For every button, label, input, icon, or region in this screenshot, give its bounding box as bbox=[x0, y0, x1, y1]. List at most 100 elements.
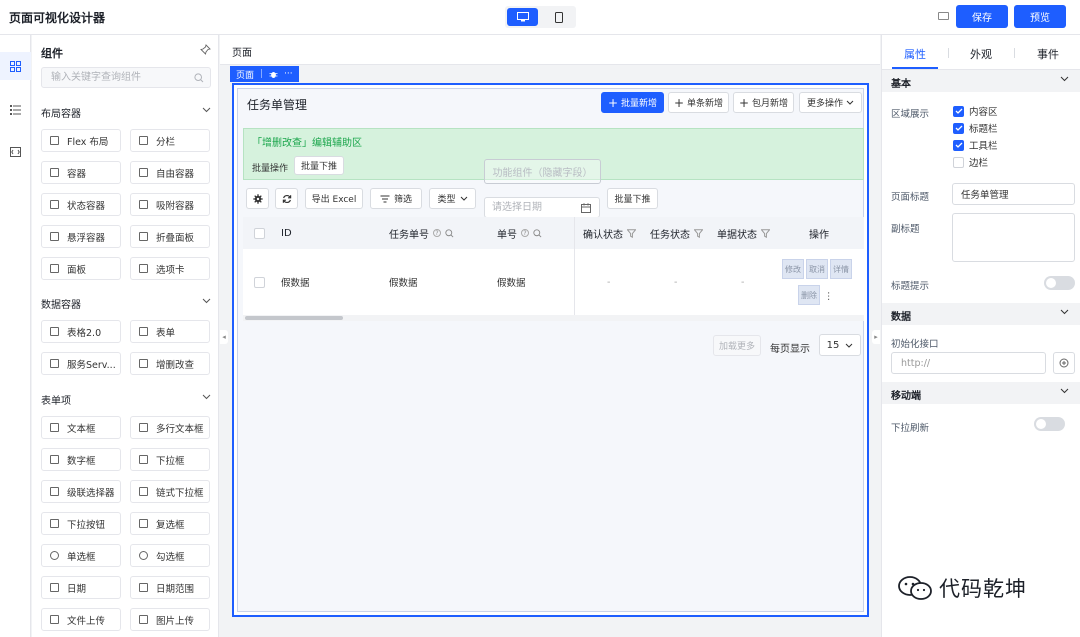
comp-free-container[interactable]: 自由容器 bbox=[130, 161, 210, 184]
comp-collapse[interactable]: 折叠面板 bbox=[130, 225, 210, 248]
pin-icon[interactable] bbox=[200, 44, 211, 55]
search-icon[interactable] bbox=[533, 228, 542, 238]
comp-crud[interactable]: 增删改查 bbox=[130, 352, 210, 375]
cell-task-no: 假数据 bbox=[389, 278, 418, 289]
per-page-select[interactable]: 15 bbox=[819, 334, 861, 356]
comp-sticky-container[interactable]: 吸附容器 bbox=[130, 193, 210, 216]
init-api-input[interactable] bbox=[891, 352, 1046, 374]
batch-add-button[interactable]: + 批量新增 bbox=[601, 92, 664, 113]
section-form-items[interactable]: 表单项 bbox=[41, 392, 211, 408]
batch-push-button[interactable]: 批量下推 bbox=[607, 188, 658, 209]
comp-date-range[interactable]: 日期范围 bbox=[130, 576, 210, 599]
type-select[interactable]: 类型 bbox=[429, 188, 476, 209]
comp-file-upload[interactable]: 文件上传 bbox=[41, 608, 121, 631]
select-all-checkbox[interactable] bbox=[254, 217, 265, 249]
comp-chained-select[interactable]: 链式下拉框 bbox=[130, 480, 210, 503]
date-picker[interactable] bbox=[484, 197, 600, 218]
rail-code[interactable] bbox=[0, 138, 31, 166]
component-search-input[interactable] bbox=[42, 68, 182, 87]
collapse-left-handle[interactable]: ◂ bbox=[220, 330, 228, 344]
single-add-button[interactable]: + 单条新增 bbox=[668, 92, 729, 113]
comp-textarea[interactable]: 多行文本框 bbox=[130, 416, 210, 439]
op-delete[interactable]: 删除 bbox=[798, 285, 820, 305]
more-icon[interactable]: ··· bbox=[284, 69, 293, 79]
page-selection-tag[interactable]: 页面 | ··· bbox=[230, 66, 299, 82]
init-api-label: 初始化接口 bbox=[891, 339, 939, 350]
comp-dropdown-button[interactable]: 下拉按钮 bbox=[41, 512, 121, 535]
op-cancel[interactable]: 取消 bbox=[806, 259, 828, 279]
rail-outline[interactable] bbox=[0, 95, 31, 123]
comp-panel[interactable]: 面板 bbox=[41, 257, 121, 280]
mobile-view-button[interactable] bbox=[543, 8, 574, 26]
aux-batch-push-button[interactable]: 批量下推 bbox=[294, 156, 344, 175]
comp-service[interactable]: 服务Serv... bbox=[41, 352, 121, 375]
comp-table2[interactable]: 表格2.0 bbox=[41, 320, 121, 343]
settings-button[interactable] bbox=[246, 188, 269, 209]
table-horizontal-scrollbar[interactable] bbox=[243, 315, 864, 321]
help-icon[interactable]: ? bbox=[433, 229, 441, 237]
section-data-containers[interactable]: 数据容器 bbox=[41, 296, 211, 312]
comp-tabs[interactable]: 选项卡 bbox=[130, 257, 210, 280]
comp-number[interactable]: 数字框 bbox=[41, 448, 121, 471]
comp-checkboxes[interactable]: 复选框 bbox=[130, 512, 210, 535]
date-input[interactable] bbox=[485, 198, 575, 217]
region-sidebar-checkbox[interactable]: 边栏 bbox=[953, 155, 988, 169]
region-title-checkbox[interactable]: 标题栏 bbox=[953, 121, 998, 135]
filter-funnel-icon[interactable] bbox=[694, 228, 703, 238]
bug-icon[interactable] bbox=[269, 70, 278, 79]
region-content-checkbox[interactable]: 内容区 bbox=[953, 104, 998, 118]
op-detail[interactable]: 详情 bbox=[830, 259, 852, 279]
crud-aux-area[interactable]: 「增删改查」编辑辅助区 批量操作 批量下推 功能组件（隐藏字段） bbox=[243, 128, 864, 184]
comp-form[interactable]: 表单 bbox=[130, 320, 210, 343]
op-edit[interactable]: 修改 bbox=[782, 259, 804, 279]
preview-button[interactable]: 预览 bbox=[1014, 5, 1066, 28]
help-icon[interactable]: ? bbox=[521, 229, 529, 237]
monthly-add-button[interactable]: + 包月新增 bbox=[733, 92, 794, 113]
tab-properties[interactable]: 属性 bbox=[882, 46, 948, 62]
row-checkbox[interactable] bbox=[254, 249, 265, 315]
api-config-button[interactable] bbox=[1053, 352, 1075, 374]
subtitle-textarea[interactable] bbox=[952, 213, 1075, 262]
hidden-field-component[interactable]: 功能组件（隐藏字段） bbox=[484, 159, 601, 184]
refresh-button[interactable] bbox=[275, 188, 298, 209]
filter-funnel-icon[interactable] bbox=[627, 228, 636, 238]
comp-text[interactable]: 文本框 bbox=[41, 416, 121, 439]
comp-state-container[interactable]: 状态容器 bbox=[41, 193, 121, 216]
filter-funnel-icon[interactable] bbox=[761, 228, 770, 238]
region-toolbar-checkbox[interactable]: 工具栏 bbox=[953, 138, 998, 152]
load-more-button[interactable]: 加载更多 bbox=[713, 335, 761, 356]
desktop-view-button[interactable] bbox=[507, 8, 538, 26]
export-excel-button[interactable]: 导出 Excel bbox=[305, 188, 363, 209]
comp-columns[interactable]: 分栏 bbox=[130, 129, 210, 152]
save-button[interactable]: 保存 bbox=[956, 5, 1008, 28]
collapse-icon bbox=[139, 232, 148, 241]
comp-cascader[interactable]: 级联选择器 bbox=[41, 480, 121, 503]
page-frame[interactable]: 任务单管理 + 批量新增 + 单条新增 + 包月新增 更多操作 「增删改查」编辑辅助区… bbox=[232, 83, 869, 617]
title-hint-toggle[interactable] bbox=[1044, 276, 1075, 290]
comp-checkbox[interactable]: 勾选框 bbox=[130, 544, 210, 567]
component-search[interactable] bbox=[41, 67, 211, 88]
section-data[interactable]: 数据 bbox=[882, 303, 1080, 325]
comp-select[interactable]: 下拉框 bbox=[130, 448, 210, 471]
comp-date[interactable]: 日期 bbox=[41, 576, 121, 599]
rail-components[interactable] bbox=[0, 52, 31, 80]
comp-image-upload[interactable]: 图片上传 bbox=[130, 608, 210, 631]
comp-flex[interactable]: Flex 布局 bbox=[41, 129, 121, 152]
section-mobile[interactable]: 移动端 bbox=[882, 382, 1080, 404]
page-title-input[interactable] bbox=[952, 183, 1075, 205]
pull-refresh-toggle[interactable] bbox=[1034, 417, 1065, 431]
tab-appearance[interactable]: 外观 bbox=[948, 46, 1014, 62]
crud-component[interactable]: 任务单管理 + 批量新增 + 单条新增 + 包月新增 更多操作 「增删改查」编辑辅助区… bbox=[237, 88, 864, 612]
tab-events[interactable]: 事件 bbox=[1015, 46, 1080, 62]
comp-container[interactable]: 容器 bbox=[41, 161, 121, 184]
comp-radio[interactable]: 单选框 bbox=[41, 544, 121, 567]
row-more-icon[interactable]: ⋮ bbox=[824, 287, 834, 305]
search-icon[interactable] bbox=[445, 228, 454, 238]
section-basic[interactable]: 基本 bbox=[882, 70, 1080, 92]
more-actions-button[interactable]: 更多操作 bbox=[799, 92, 862, 113]
comp-float-container[interactable]: 悬浮容器 bbox=[41, 225, 121, 248]
keyboard-icon[interactable] bbox=[938, 12, 949, 20]
filter-button[interactable]: 筛选 bbox=[370, 188, 422, 209]
section-layout-containers[interactable]: 布局容器 bbox=[41, 105, 211, 121]
collapse-right-handle[interactable]: ▸ bbox=[872, 330, 880, 344]
